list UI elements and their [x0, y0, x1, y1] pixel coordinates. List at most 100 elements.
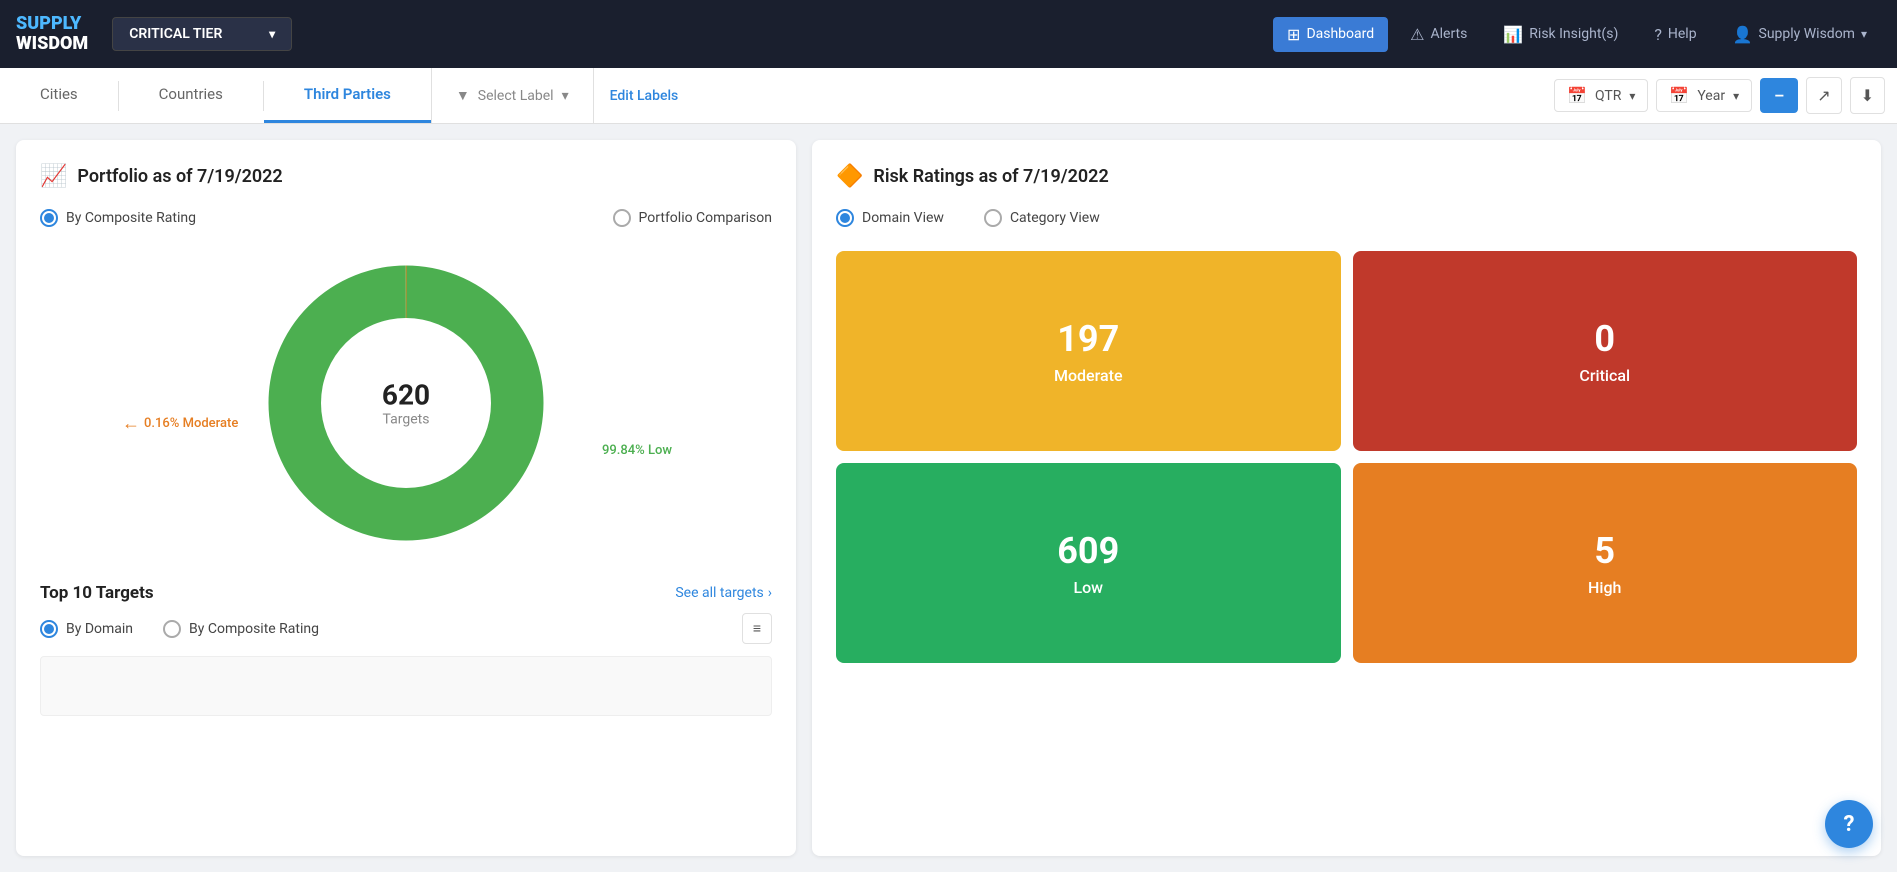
by-domain-radio[interactable]: By Domain	[40, 620, 133, 638]
tier-label: CRITICAL TIER	[129, 26, 222, 42]
nav-right: ⊞ Dashboard ⚠ Alerts 📊 Risk Insight(s) ?…	[1273, 17, 1881, 52]
tab-countries[interactable]: Countries	[119, 68, 263, 123]
logo: SUPPLY WISDOM	[16, 14, 88, 54]
risk-tile-critical[interactable]: 0 Critical	[1353, 251, 1858, 451]
help-bubble[interactable]: ?	[1825, 800, 1873, 848]
nav-label-alerts: Alerts	[1431, 26, 1468, 42]
moderate-label: Moderate	[1054, 366, 1123, 385]
nav-item-dashboard[interactable]: ⊞ Dashboard	[1273, 17, 1388, 52]
download-icon: ⬇	[1861, 86, 1874, 105]
help-nav-icon: ?	[1654, 25, 1662, 44]
logo-supply: SUPPLY	[16, 14, 88, 34]
trend-icon: 📈	[40, 164, 67, 189]
donut-center-label: Targets	[382, 412, 430, 428]
nav-item-alerts[interactable]: ⚠ Alerts	[1396, 17, 1481, 52]
by-composite-targets-label: By Composite Rating	[189, 621, 319, 637]
high-count: 5	[1594, 530, 1615, 572]
download-button[interactable]: ⬇	[1850, 77, 1885, 114]
calendar-icon-qtr: 📅	[1567, 86, 1587, 105]
nav-item-risk-insights[interactable]: 📊 Risk Insight(s)	[1489, 17, 1632, 52]
edit-labels-text: Edit Labels	[610, 88, 679, 104]
see-all-label: See all targets	[675, 585, 763, 601]
tab-bar: Cities Countries Third Parties ▼ Select …	[0, 68, 1897, 124]
chevron-down-icon-sw: ▾	[1861, 27, 1867, 41]
donut-label-low: 99.84% Low	[602, 443, 672, 458]
nav-item-help[interactable]: ? Help	[1640, 17, 1710, 52]
radio-domain-view-indicator	[836, 209, 854, 227]
category-view-label: Category View	[1010, 210, 1100, 226]
radio-comparison-indicator	[613, 209, 631, 227]
chevron-down-icon-year: ▾	[1733, 89, 1739, 103]
critical-label: Critical	[1579, 366, 1630, 385]
portfolio-title: Portfolio as of 7/19/2022	[77, 166, 282, 187]
year-select[interactable]: 📅 Year ▾	[1656, 79, 1752, 112]
top-targets-table-preview	[40, 656, 772, 716]
tab-third-parties[interactable]: Third Parties	[264, 68, 431, 123]
portfolio-panel: 📈 Portfolio as of 7/19/2022 By Composite…	[16, 140, 796, 856]
risk-view-radio-row: Domain View Category View	[836, 209, 1857, 227]
select-label-button[interactable]: ▼ Select Label ▾	[448, 87, 577, 104]
edit-labels-button[interactable]: Edit Labels	[594, 88, 695, 104]
top-targets-filter-row: By Domain By Composite Rating ≡	[40, 613, 772, 644]
tier-dropdown[interactable]: CRITICAL TIER ▾	[112, 17, 292, 51]
tab-countries-label: Countries	[159, 85, 223, 103]
blue-action-button[interactable]: –	[1760, 78, 1798, 113]
nav-label-dashboard: Dashboard	[1306, 26, 1374, 42]
risk-ratings-header: 🔶 Risk Ratings as of 7/19/2022	[836, 164, 1857, 189]
nav-label-risk: Risk Insight(s)	[1529, 26, 1618, 42]
risk-gear-icon: 🔶	[836, 164, 863, 189]
see-all-link[interactable]: See all targets ›	[675, 585, 772, 601]
filter-button[interactable]: ≡	[742, 613, 772, 644]
chevron-right-icon: ›	[768, 585, 772, 601]
select-label-text: Select Label	[478, 88, 554, 104]
risk-ratings-title: Risk Ratings as of 7/19/2022	[873, 166, 1108, 187]
filter-icon-btn: ≡	[753, 621, 761, 637]
domain-view-label: Domain View	[862, 210, 944, 226]
minus-icon: –	[1774, 86, 1784, 105]
by-composite-targets-radio[interactable]: By Composite Rating	[163, 620, 319, 638]
risk-tile-moderate[interactable]: 197 Moderate	[836, 251, 1341, 451]
donut-center-number: 620	[382, 379, 430, 412]
chart-icon: 📊	[1503, 25, 1523, 44]
risk-tile-high[interactable]: 5 High	[1353, 463, 1858, 663]
tab-right-controls: 📅 QTR ▾ 📅 Year ▾ – ↗ ⬇	[1554, 77, 1897, 114]
tab-cities[interactable]: Cities	[0, 68, 118, 123]
high-label: High	[1588, 578, 1621, 597]
qtr-select[interactable]: 📅 QTR ▾	[1554, 79, 1648, 112]
chevron-down-icon-qtr: ▾	[1629, 89, 1635, 103]
by-domain-label: By Domain	[66, 621, 133, 637]
low-count: 609	[1057, 530, 1119, 572]
risk-grid: 197 Moderate 0 Critical 609 Low 5 High	[836, 251, 1857, 663]
donut-chart-container: ← 0.16% Moderate 99.84% Low 620 Targets	[40, 243, 772, 563]
by-composite-radio[interactable]: By Composite Rating	[40, 209, 196, 227]
tab-cities-label: Cities	[40, 85, 78, 103]
alert-icon: ⚠	[1410, 25, 1424, 44]
nav-label-sw: Supply Wisdom	[1759, 26, 1855, 42]
critical-count: 0	[1594, 318, 1615, 360]
nav-label-help: Help	[1668, 26, 1697, 42]
top-targets-title: Top 10 Targets	[40, 583, 154, 603]
portfolio-comparison-label: Portfolio Comparison	[639, 210, 772, 226]
user-icon: 👤	[1733, 25, 1753, 44]
navbar: SUPPLY WISDOM CRITICAL TIER ▾ ⊞ Dashboar…	[0, 0, 1897, 68]
portfolio-comparison-radio[interactable]: Portfolio Comparison	[613, 209, 772, 227]
moderate-pct-label: 0.16% Moderate	[144, 416, 238, 431]
dashboard-icon: ⊞	[1287, 25, 1300, 44]
category-view-radio[interactable]: Category View	[984, 209, 1100, 227]
donut-center: 620 Targets	[382, 379, 430, 428]
filter-icon: ▼	[456, 87, 470, 104]
help-icon: ?	[1844, 812, 1855, 837]
main-content: 📈 Portfolio as of 7/19/2022 By Composite…	[0, 124, 1897, 872]
chevron-down-icon: ▾	[269, 27, 275, 41]
nav-item-supply-wisdom[interactable]: 👤 Supply Wisdom ▾	[1719, 17, 1881, 52]
share-icon: ↗	[1817, 86, 1830, 105]
risk-tile-low[interactable]: 609 Low	[836, 463, 1341, 663]
portfolio-header: 📈 Portfolio as of 7/19/2022	[40, 164, 772, 189]
qtr-label: QTR	[1595, 88, 1621, 104]
share-button[interactable]: ↗	[1806, 77, 1841, 114]
domain-view-radio[interactable]: Domain View	[836, 209, 944, 227]
logo-wisdom: WISDOM	[16, 34, 88, 54]
select-label-wrapper: ▼ Select Label ▾	[431, 68, 594, 123]
calendar-icon-year: 📅	[1669, 86, 1689, 105]
radio-composite-targets-indicator	[163, 620, 181, 638]
